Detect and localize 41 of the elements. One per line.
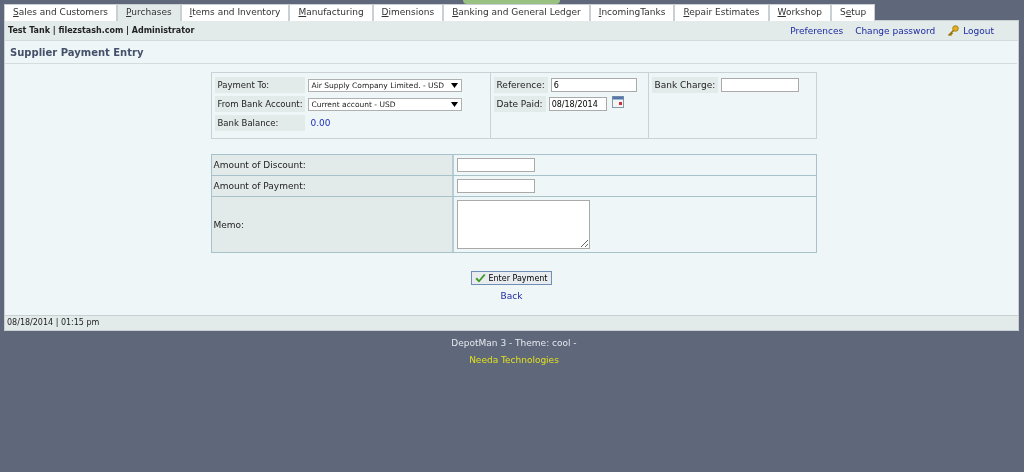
- footer-text: DepotMan 3 - Theme: cool -: [451, 338, 577, 348]
- field-label: Bank Charge:: [651, 77, 719, 93]
- field-label: From Bank Account:: [214, 96, 305, 112]
- input-field[interactable]: 6: [550, 78, 637, 92]
- table-cell: Memo:: [211, 197, 454, 252]
- bank-balance: 0.00: [309, 118, 331, 128]
- logout-link[interactable]: Logout: [963, 25, 994, 36]
- enter-payment-button[interactable]: Enter Payment: [471, 271, 552, 285]
- tab[interactable]: Workshop: [768, 4, 831, 21]
- memo-field[interactable]: [456, 200, 590, 249]
- input-field[interactable]: [456, 158, 535, 172]
- header-link[interactable]: Preferences: [790, 25, 844, 36]
- back-link[interactable]: Back: [500, 291, 523, 301]
- table-cell: Amount of Discount:: [211, 155, 454, 175]
- tab[interactable]: Sales and Customers: [4, 4, 118, 21]
- page-title: Supplier Payment Entry: [5, 41, 1017, 64]
- status-bar: 08/18/2014 | 01:15 pm: [5, 315, 1018, 330]
- tab[interactable]: Repair Estimates: [674, 4, 769, 21]
- tab[interactable]: Purchases: [117, 4, 181, 21]
- tab[interactable]: Items and Inventory: [180, 4, 290, 21]
- key-icon: [947, 24, 960, 37]
- field-label: Bank Balance:: [214, 115, 305, 131]
- company-info: Test Tank | filezstash.com | Administrator: [8, 26, 195, 35]
- tab[interactable]: Dimensions: [372, 4, 444, 21]
- tab[interactable]: Banking and General Ledger: [443, 4, 590, 21]
- checkmark-icon: [475, 273, 487, 283]
- tab[interactable]: Manufacturing: [289, 4, 373, 21]
- footer-link[interactable]: Needa Technologies: [469, 355, 559, 365]
- calendar-icon[interactable]: [611, 96, 624, 108]
- input-field[interactable]: 08/18/2014: [548, 97, 607, 111]
- field-label: Date Paid:: [493, 96, 546, 112]
- tab[interactable]: IncomingTanks: [589, 4, 675, 21]
- table-cell: Amount of Payment:: [211, 176, 454, 196]
- caret-icon: [450, 82, 458, 88]
- field-label: Payment To:: [214, 77, 305, 93]
- header-link[interactable]: Change password: [855, 25, 936, 36]
- field-label: Reference:: [493, 77, 548, 93]
- tab[interactable]: Setup: [830, 4, 876, 21]
- caret-icon: [450, 101, 458, 107]
- input-field[interactable]: [721, 78, 800, 92]
- input-field[interactable]: [456, 179, 535, 193]
